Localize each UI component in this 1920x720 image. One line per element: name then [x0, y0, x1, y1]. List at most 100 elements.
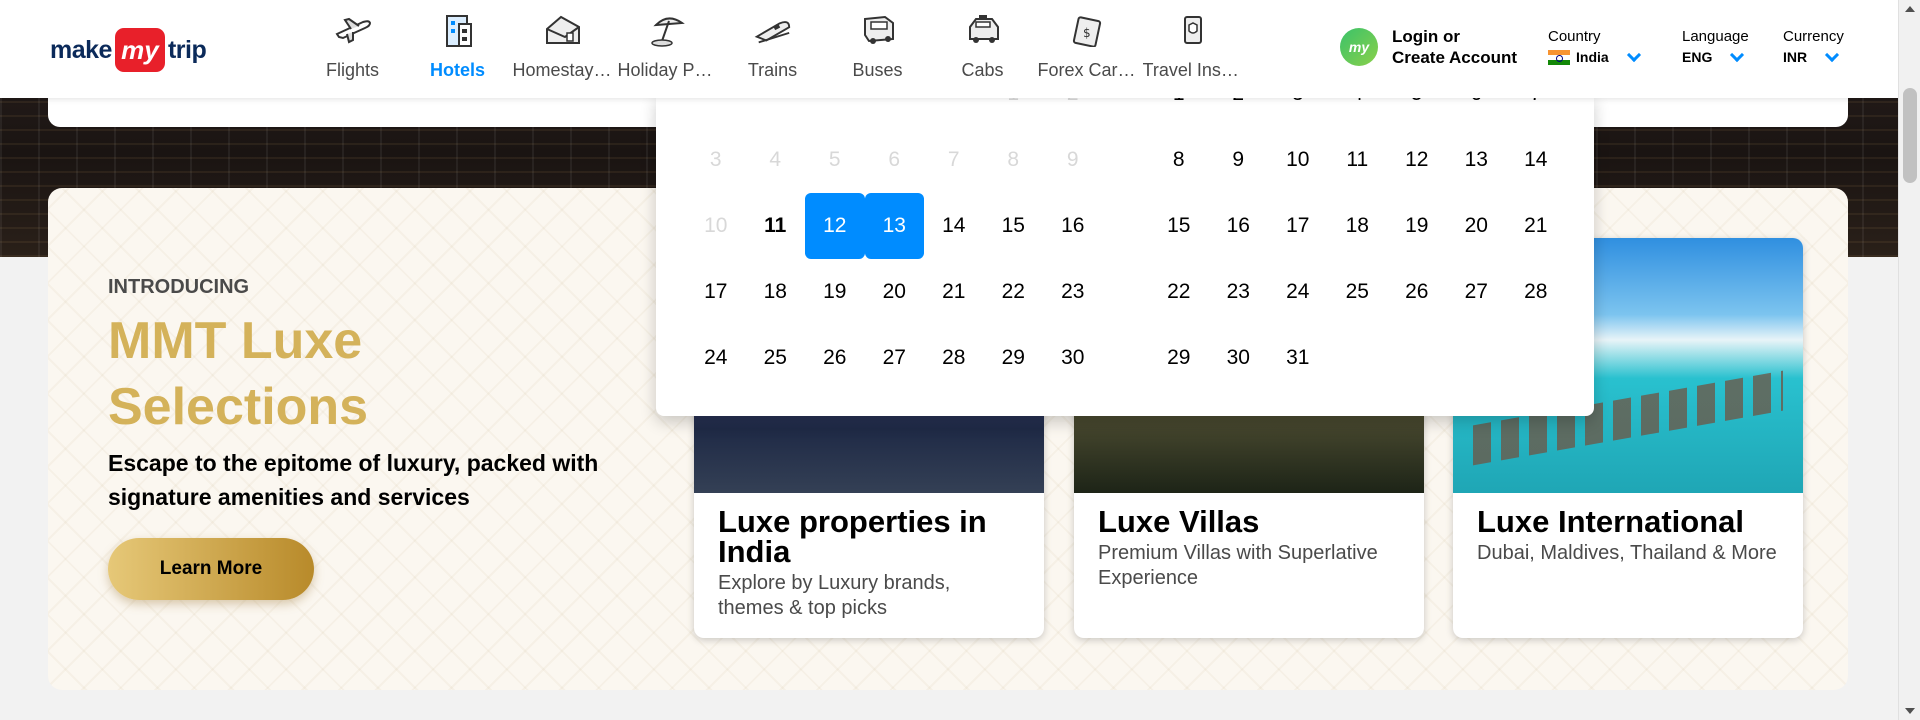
- calendar-day[interactable]: 27: [1447, 259, 1507, 325]
- calendar-day[interactable]: 11: [1328, 127, 1388, 193]
- calendar-day[interactable]: 5: [1387, 95, 1447, 127]
- calendar-empty-cell: [1506, 325, 1566, 391]
- calendar-day[interactable]: 19: [805, 259, 865, 325]
- nav-buses[interactable]: Buses: [825, 10, 930, 86]
- calendar-day[interactable]: 13: [864, 193, 924, 259]
- nav-flights[interactable]: Flights: [300, 10, 405, 86]
- calendar-day: 6: [888, 148, 901, 171]
- calendar-day[interactable]: 16: [1043, 193, 1103, 259]
- hotel-building-icon: [438, 10, 478, 50]
- currency-value-row: INR: [1783, 47, 1844, 65]
- calendar-week-row: 10 11 12 13 14 15 16: [686, 193, 1103, 259]
- calendar-day[interactable]: 10: [1268, 127, 1328, 193]
- calendar-day[interactable]: 8: [1149, 127, 1209, 193]
- calendar-day[interactable]: 29: [984, 325, 1044, 391]
- calendar-day[interactable]: 28: [924, 325, 984, 391]
- calendar-week-row: 17 18 19 20 21 22 23: [686, 259, 1103, 325]
- nav-trains[interactable]: Trains: [720, 10, 825, 86]
- calendar-day[interactable]: 26: [805, 325, 865, 391]
- nav-holiday-packages[interactable]: Holiday Packages: [615, 10, 720, 86]
- calendar-day[interactable]: 17: [1268, 193, 1328, 259]
- travel-insurance-icon: [1173, 10, 1213, 50]
- nav-forex[interactable]: $ Forex Card & Currency: [1035, 10, 1140, 86]
- calendar-day[interactable]: 2: [1209, 95, 1269, 127]
- scroll-down-icon[interactable]: [1905, 708, 1915, 714]
- calendar-day[interactable]: 4: [1328, 95, 1388, 127]
- calendar-day[interactable]: 19: [1387, 193, 1447, 259]
- calendar-day[interactable]: 30: [1209, 325, 1269, 391]
- card-desc: Premium Villas with Superlative Experien…: [1098, 542, 1378, 589]
- calendar-week-row: 29 30 31: [1149, 325, 1566, 391]
- scroll-up-icon[interactable]: [1905, 6, 1915, 12]
- calendar-day[interactable]: 20: [1447, 193, 1507, 259]
- calendar-empty-cell: [924, 95, 984, 127]
- calendar-day[interactable]: 24: [686, 325, 746, 391]
- cab-icon: [963, 10, 1003, 50]
- train-icon: [753, 10, 793, 50]
- calendar-day[interactable]: 15: [1149, 193, 1209, 259]
- calendar-day[interactable]: 29: [1149, 325, 1209, 391]
- nav-cabs[interactable]: Cabs: [930, 10, 1035, 86]
- calendar-day[interactable]: 26: [1387, 259, 1447, 325]
- chevron-down-icon: [1626, 47, 1641, 63]
- calendar-day: 9: [1066, 148, 1079, 171]
- currency-selector[interactable]: Currency INR: [1783, 28, 1844, 65]
- calendar-day[interactable]: 31: [1268, 325, 1328, 391]
- nav-label: Holiday Packages: [617, 60, 718, 80]
- calendar-day[interactable]: 7: [1506, 95, 1566, 127]
- page-scrollbar[interactable]: [1898, 0, 1920, 720]
- top-header: make my trip Flights Hotels Homestays & …: [0, 0, 1898, 98]
- calendar-day[interactable]: 20: [865, 259, 925, 325]
- svg-text:$: $: [1083, 26, 1091, 40]
- learn-more-button[interactable]: Learn More: [108, 538, 314, 600]
- calendar-day[interactable]: 1: [1149, 95, 1209, 127]
- calendar-day[interactable]: 15: [984, 193, 1044, 259]
- calendar-day[interactable]: 11: [746, 193, 806, 259]
- calendar-day[interactable]: 12: [1387, 127, 1447, 193]
- nav-label: Flights: [325, 60, 379, 80]
- calendar-empty-cell: [865, 95, 925, 127]
- calendar-day[interactable]: 12: [805, 193, 865, 259]
- language-value: ENG: [1682, 49, 1713, 65]
- calendar-day[interactable]: 21: [924, 259, 984, 325]
- login-button[interactable]: my Login or Create Account: [1340, 26, 1517, 68]
- calendar-day[interactable]: 30: [1043, 325, 1103, 391]
- calendar-day[interactable]: 24: [1268, 259, 1328, 325]
- calendar-day[interactable]: 25: [1328, 259, 1388, 325]
- calendar-day[interactable]: 14: [924, 193, 984, 259]
- nav-label: Hotels: [429, 60, 485, 80]
- calendar-day[interactable]: 16: [1209, 193, 1269, 259]
- calendar-day[interactable]: 25: [746, 325, 806, 391]
- scrollbar-thumb[interactable]: [1903, 88, 1917, 183]
- calendar-day[interactable]: 18: [746, 259, 806, 325]
- calendar-empty-cell: [1328, 325, 1388, 391]
- calendar-day[interactable]: 23: [1209, 259, 1269, 325]
- calendar-empty-cell: [1447, 325, 1507, 391]
- nav-hotels[interactable]: Hotels: [405, 10, 510, 86]
- calendar-day[interactable]: 21: [1506, 193, 1566, 259]
- calendar-day[interactable]: 17: [686, 259, 746, 325]
- luxe-intro: INTRODUCING: [108, 276, 250, 298]
- nav-travel-insurance[interactable]: Travel Insurance: [1140, 10, 1245, 86]
- calendar-month-next: 1234567891011121314151617181920212223242…: [1149, 95, 1566, 391]
- language-selector[interactable]: Language ENG: [1682, 28, 1749, 65]
- calendar-day[interactable]: 22: [984, 259, 1044, 325]
- calendar-day[interactable]: 14: [1506, 127, 1566, 193]
- calendar-day[interactable]: 28: [1506, 259, 1566, 325]
- country-selector[interactable]: Country India: [1548, 28, 1641, 65]
- country-label: Country: [1548, 28, 1601, 45]
- calendar-day[interactable]: 13: [1447, 127, 1507, 193]
- makemytrip-logo[interactable]: make my trip: [50, 28, 207, 72]
- calendar-day[interactable]: 9: [1209, 127, 1269, 193]
- calendar-day[interactable]: 22: [1149, 259, 1209, 325]
- calendar-day[interactable]: 6: [1447, 95, 1507, 127]
- calendar-day[interactable]: 23: [1043, 259, 1103, 325]
- calendar-day[interactable]: 27: [865, 325, 925, 391]
- nav-homestays[interactable]: Homestays & Villas: [510, 10, 615, 86]
- country-value: India: [1576, 49, 1609, 65]
- calendar-day[interactable]: 18: [1328, 193, 1388, 259]
- login-line2: Create Account: [1392, 48, 1518, 67]
- calendar-empty-cell: [746, 95, 806, 127]
- calendar-day[interactable]: 3: [1268, 95, 1328, 127]
- plane-icon: [333, 10, 373, 50]
